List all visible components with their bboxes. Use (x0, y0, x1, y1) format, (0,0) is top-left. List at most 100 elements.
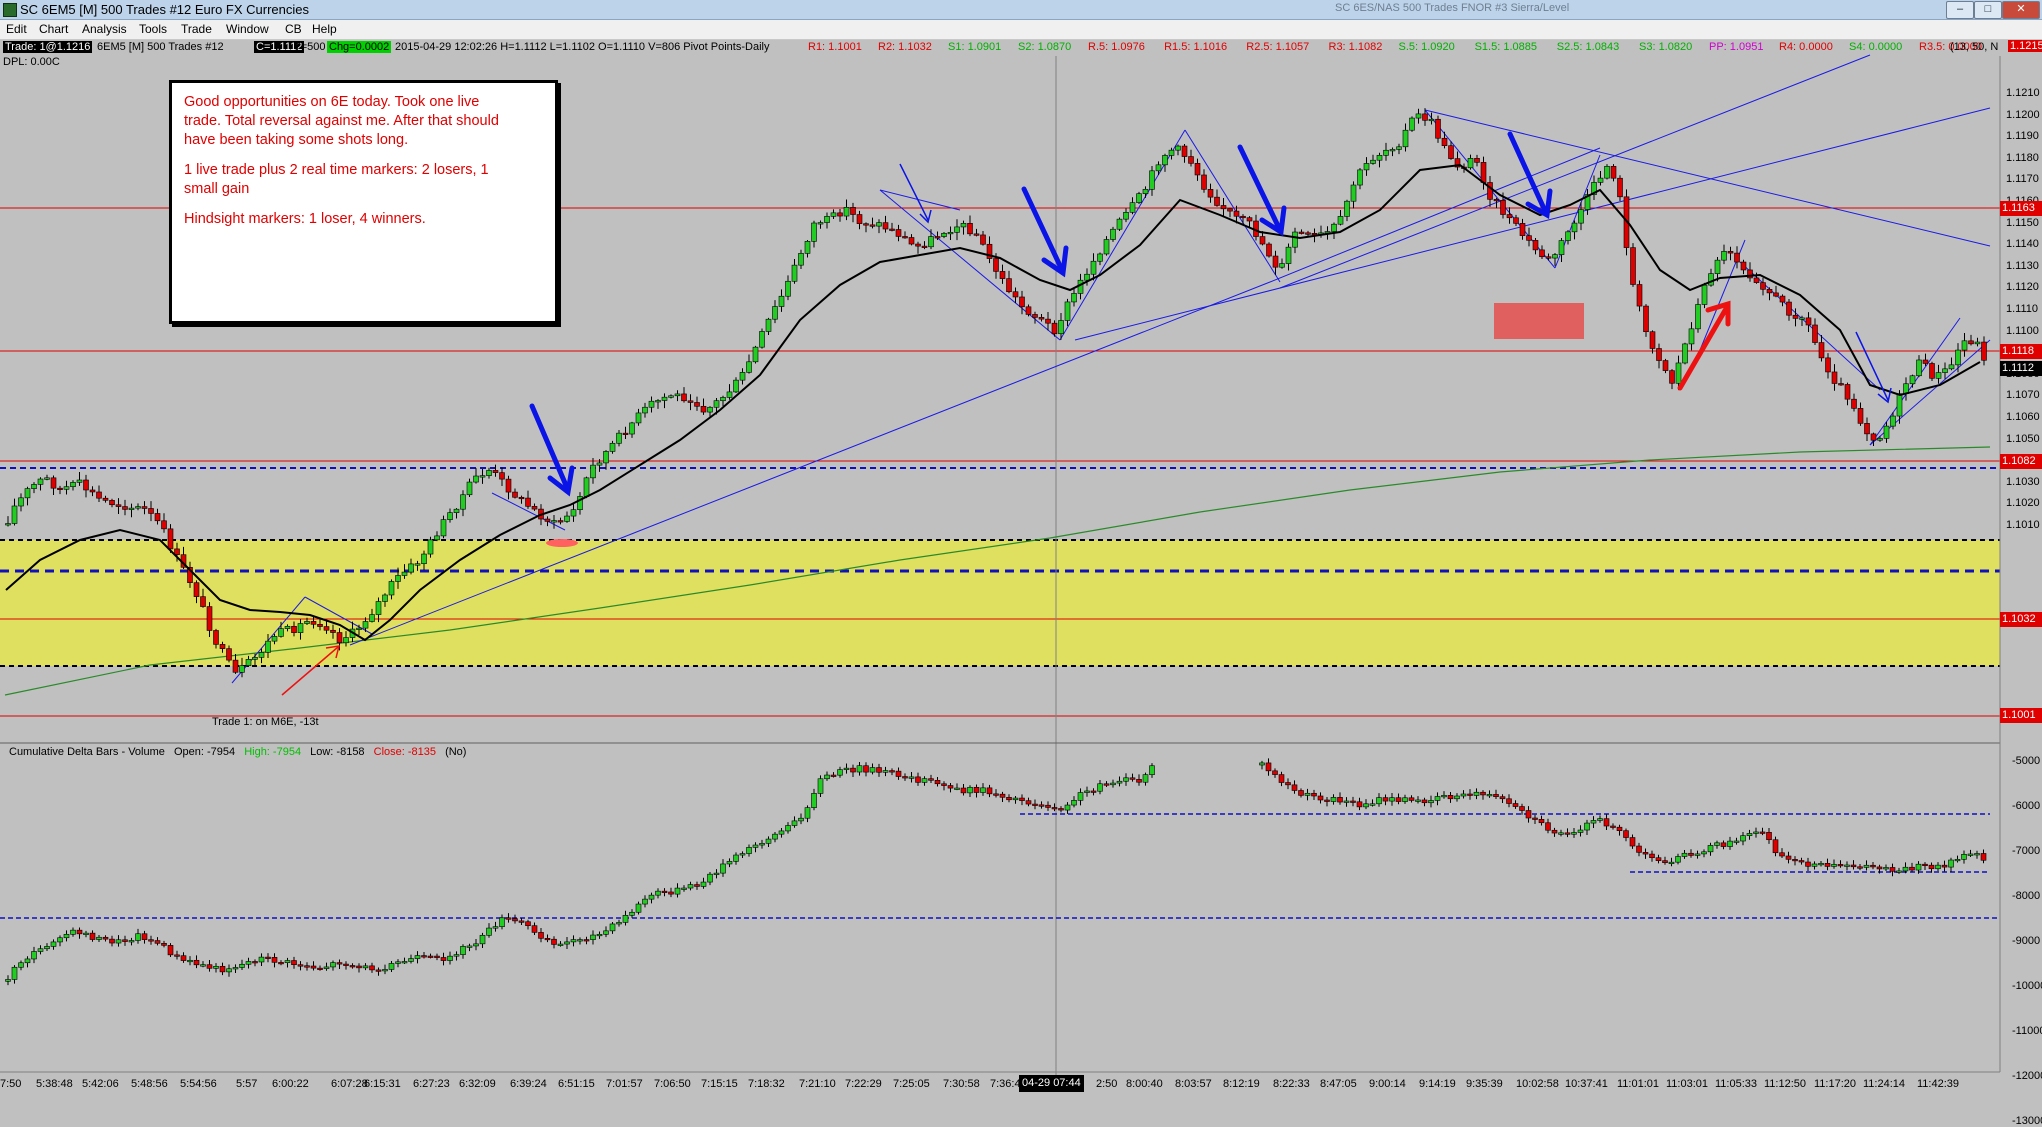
price-candle (1877, 436, 1883, 442)
price-tag: 1.1118 (2000, 344, 2042, 359)
price-candle (447, 508, 453, 523)
price-candle (1194, 158, 1201, 181)
price-candle (733, 377, 739, 393)
delta-candle (1103, 781, 1110, 787)
menu-window[interactable]: Window (226, 22, 269, 36)
delta-candle (1779, 848, 1785, 859)
delta-candle (11, 965, 18, 984)
delta-candle (512, 914, 518, 924)
menu-cb[interactable]: CB (285, 22, 302, 36)
delta-candle (687, 881, 694, 891)
menu-edit[interactable]: Edit (6, 22, 27, 36)
delta-candle (1311, 789, 1317, 800)
price-axis-label: 1.1070 (2006, 389, 2040, 402)
delta-candle (1714, 840, 1720, 849)
price-candle (1708, 268, 1714, 287)
time-axis-label: 8:03:57 (1175, 1078, 1212, 1090)
delta-candle (1123, 773, 1129, 786)
delta-candle (1740, 832, 1746, 846)
price-candle (603, 450, 609, 470)
maximize-button[interactable]: □ (1974, 1, 2002, 19)
delta-candle (1571, 827, 1577, 838)
price-candle (739, 368, 746, 385)
price-candle (934, 231, 941, 240)
price-candle (83, 474, 89, 498)
time-axis-label: 7:36:4 (990, 1078, 1021, 1090)
delta-candle (252, 959, 258, 967)
price-candle (921, 241, 928, 250)
delta-candle (583, 936, 590, 945)
delta-candle (538, 928, 544, 943)
minimize-button[interactable]: – (1946, 1, 1974, 19)
menu-analysis[interactable]: Analysis (82, 22, 127, 36)
price-candle (1831, 364, 1838, 391)
price-candle (1812, 318, 1818, 345)
delta-candle (1259, 760, 1265, 770)
price-axis-label: 1.1180 (2006, 151, 2039, 164)
delta-candle (336, 959, 343, 970)
price-candle (1142, 186, 1149, 198)
price-candle (63, 480, 70, 495)
delta-candle (174, 950, 180, 960)
price-candle (1136, 191, 1142, 204)
annotation-note[interactable]: Good opportunities on 6E today. Took one… (169, 80, 558, 324)
delta-candle (1058, 806, 1064, 813)
delta-candle (401, 957, 408, 964)
price-candle (57, 485, 63, 495)
price-candle (1948, 357, 1955, 371)
pivot-value: S2: 1.0870 (1018, 41, 1072, 53)
delta-candle (349, 963, 356, 969)
delta-close: Close: -8135 (373, 746, 436, 758)
price-candle (1344, 199, 1350, 222)
delta-candle (1961, 850, 1967, 864)
menu-trade[interactable]: Trade (181, 22, 212, 36)
delta-candle (278, 960, 284, 966)
delta-candle (1376, 793, 1382, 807)
price-candle (505, 475, 512, 500)
time-axis-label: 9:14:19 (1419, 1078, 1456, 1090)
delta-candle (1545, 818, 1551, 834)
delta-candle (1746, 829, 1753, 840)
time-axis-label: 7:15:15 (701, 1078, 738, 1090)
thin-blue-arrow-marker (899, 163, 932, 224)
delta-candle (434, 953, 440, 961)
menu-help[interactable]: Help (312, 22, 337, 36)
delta-candle (1538, 815, 1545, 826)
time-axis-label: 8:22:33 (1273, 1078, 1310, 1090)
price-candle (954, 219, 960, 241)
delta-candle (1142, 772, 1149, 786)
price-candle (986, 236, 993, 264)
delta-candle (596, 931, 603, 939)
pivot-value: S.5: 1.0920 (1398, 41, 1455, 53)
delta-candle (1077, 788, 1084, 806)
price-candle (44, 474, 50, 481)
price-candle (18, 493, 24, 512)
price-candle (1916, 355, 1922, 378)
delta-candle (453, 951, 460, 961)
price-candle (973, 228, 980, 237)
price-candle (746, 354, 752, 374)
price-candle (564, 511, 570, 523)
price-candle (525, 490, 531, 509)
delta-candle (1025, 797, 1032, 807)
close-button[interactable]: ✕ (2002, 1, 2040, 19)
delta-candle (1967, 849, 1974, 858)
delta-candle (1662, 856, 1668, 865)
menu-chart[interactable]: Chart (39, 22, 68, 36)
delta-candle (1811, 861, 1818, 870)
price-candle (1298, 229, 1305, 235)
time-axis-label: 11:03:01 (1666, 1078, 1709, 1090)
delta-candle (934, 776, 941, 787)
price-candle (811, 220, 817, 248)
trades-count-label: T=500 (294, 41, 326, 53)
delta-candle (109, 935, 115, 947)
delta-candle (707, 871, 713, 886)
background-window-title[interactable]: SC 6ES/NAS 500 Trades FNOR #3 Sierra/Lev… (1335, 2, 1569, 14)
delta-candle (895, 767, 902, 780)
price-candle (947, 226, 954, 241)
delta-axis-label: -6000 (2012, 800, 2041, 812)
delta-candle (1090, 788, 1097, 796)
symbol-label: 6EM5 [M] 500 Trades #12 (97, 41, 224, 53)
menu-tools[interactable]: Tools (139, 22, 167, 36)
price-candle (1682, 342, 1688, 365)
